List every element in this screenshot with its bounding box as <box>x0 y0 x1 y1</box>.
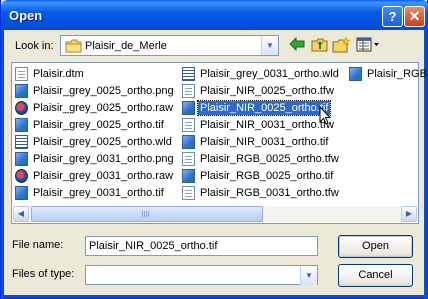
file-name-text: Plaisir_NIR_0025_ortho.tif <box>196 100 332 116</box>
raw-icon <box>15 169 28 183</box>
mouse-cursor-icon <box>319 105 333 126</box>
window-frame-left <box>1 30 4 299</box>
document-icon <box>182 118 195 132</box>
file-list[interactable]: ◀ ▶ Plaisir.dtm Plaisir_grey_0025_ortho.p… <box>11 62 427 224</box>
folder-icon <box>65 39 82 56</box>
chevron-down-icon[interactable]: ▼ <box>261 36 278 55</box>
scroll-left-icon[interactable]: ◀ <box>13 206 29 222</box>
up-folder-icon[interactable] <box>310 37 328 54</box>
open-button[interactable]: Open <box>338 235 413 258</box>
new-folder-icon[interactable] <box>332 36 351 54</box>
document-icon <box>15 67 28 81</box>
file-name-text: Plaisir_RGB_0025_ortho.tfw <box>200 153 339 165</box>
file-name-text: Plaisir_RGB_0025_ortho.tif <box>200 170 334 182</box>
raw-icon <box>15 101 28 115</box>
file-name-text: Plaisir_NIR_0031_ortho.tif <box>200 136 329 148</box>
file-name-text: Plaisir_NIR_0025_ortho.tfw <box>200 85 334 97</box>
file-name-label: File name: <box>12 239 64 251</box>
file-type-dropdown[interactable]: ▼ <box>85 265 318 285</box>
file-name-text: Plaisir_NIR_0031_ortho.tfw <box>200 119 334 131</box>
file-name-text: Plaisir_grey_0031_ortho.wld <box>200 68 339 80</box>
horizontal-scrollbar[interactable]: ◀ ▶ <box>13 206 417 222</box>
file-name-input[interactable]: Plaisir_NIR_0025_ortho.tif <box>85 236 318 256</box>
scrollbar-thumb[interactable] <box>31 206 263 222</box>
image-icon <box>349 67 362 81</box>
grid-icon <box>15 135 28 149</box>
image-icon <box>15 84 28 98</box>
back-arrow-icon[interactable] <box>288 36 306 54</box>
help-button[interactable]: ? <box>382 6 403 27</box>
image-icon <box>182 169 195 183</box>
image-icon <box>182 135 195 149</box>
file-type-label: Files of type: <box>12 268 75 280</box>
look-in-value: Plaisir_de_Merle <box>85 40 167 52</box>
file-name-text: Plaisir_grey_0031_ortho.tif <box>33 187 164 199</box>
image-icon <box>15 118 28 132</box>
close-button[interactable]: ✕ <box>404 6 425 27</box>
image-icon <box>15 152 28 166</box>
document-icon <box>182 152 195 166</box>
cancel-button[interactable]: Cancel <box>338 264 413 287</box>
file-name-text: Plaisir_RGB_0031_ortho.tfw <box>200 187 339 199</box>
image-icon <box>182 101 195 115</box>
file-name-text: Plaisir_grey_0025_ortho.png <box>33 85 174 97</box>
file-name-text: Plaisir_grey_0031_ortho.png <box>33 153 174 165</box>
document-icon <box>182 84 195 98</box>
window-title: Open <box>9 8 43 23</box>
open-dialog: Open ? ✕ Look in: Plaisir_de_Merle ▼ ◀ ▶ <box>0 0 428 299</box>
window-frame-bottom <box>1 295 428 298</box>
title-bar[interactable]: Open ? ✕ <box>1 0 428 30</box>
file-name-text: Plaisir_grey_0025_ortho.wld <box>33 136 172 148</box>
chevron-down-icon[interactable]: ▼ <box>300 266 317 285</box>
document-icon <box>182 186 195 200</box>
image-icon <box>15 186 28 200</box>
file-name-text: Plaisir_grey_0025_ortho.tif <box>33 119 164 131</box>
file-name-text: Plaisir_grey_0025_ortho.raw <box>33 102 174 114</box>
file-name-text: Plaisir_grey_0031_ortho.raw <box>33 170 174 182</box>
look-in-dropdown[interactable]: Plaisir_de_Merle ▼ <box>60 35 279 56</box>
file-name-text: Plaisir_RGB <box>367 68 427 80</box>
file-name-text: Plaisir.dtm <box>33 68 84 80</box>
view-menu-icon[interactable] <box>355 37 381 54</box>
grid-icon <box>182 67 195 81</box>
scroll-right-icon[interactable]: ▶ <box>401 206 417 222</box>
look-in-label: Look in: <box>15 40 54 52</box>
